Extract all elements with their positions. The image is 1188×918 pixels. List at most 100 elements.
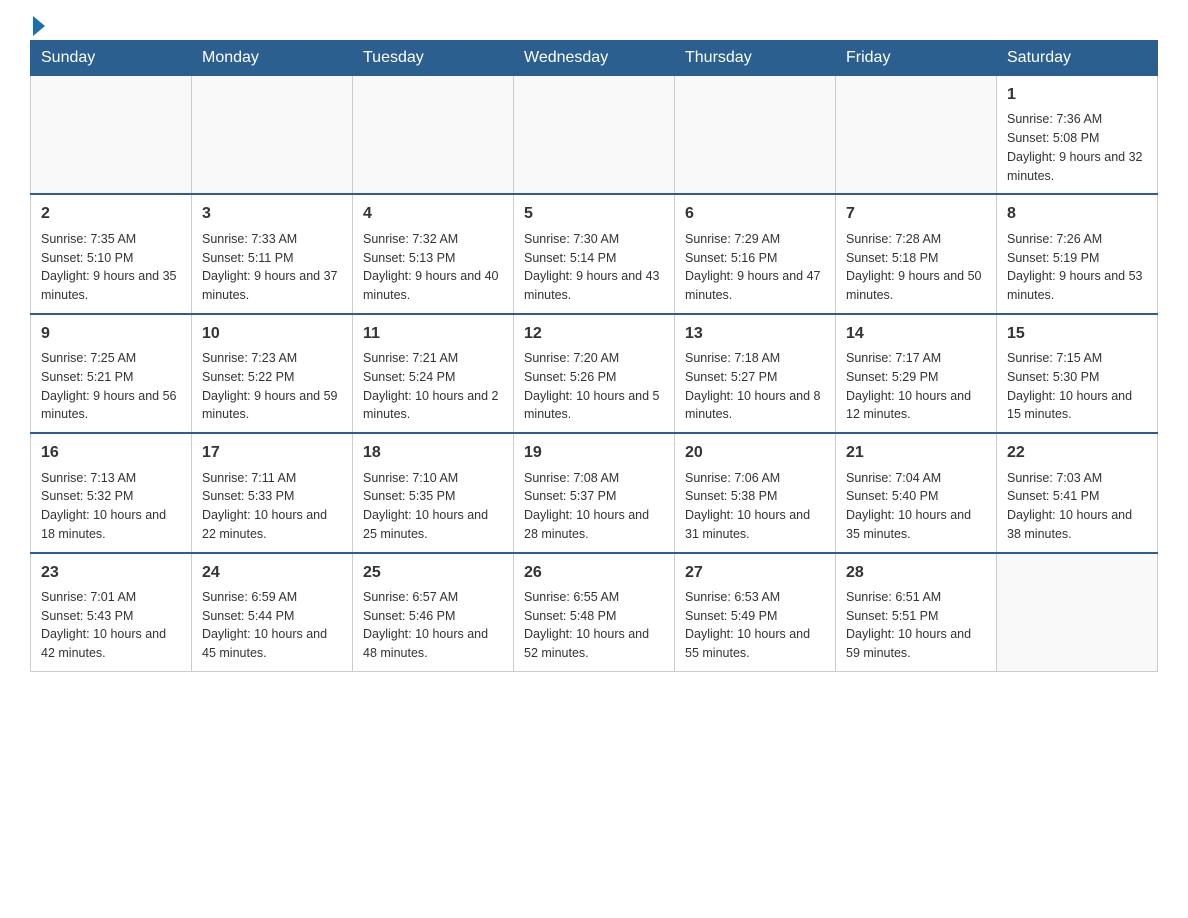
calendar-cell: 13 Sunrise: 7:18 AMSunset: 5:27 PMDayligh…	[675, 314, 836, 433]
day-number: 9	[41, 323, 181, 345]
day-number: 2	[41, 203, 181, 225]
calendar-cell: 14 Sunrise: 7:17 AMSunset: 5:29 PMDayligh…	[836, 314, 997, 433]
day-number: 13	[685, 323, 825, 345]
day-info: Sunrise: 7:33 AMSunset: 5:11 PMDaylight:…	[202, 230, 342, 305]
day-number: 19	[524, 442, 664, 464]
day-number: 15	[1007, 323, 1147, 345]
day-number: 20	[685, 442, 825, 464]
calendar-cell: 5 Sunrise: 7:30 AMSunset: 5:14 PMDaylight…	[514, 194, 675, 313]
day-number: 14	[846, 323, 986, 345]
calendar-cell: 9Sunrise: 7:25 AMSunset: 5:21 PMDaylight…	[31, 314, 192, 433]
calendar-cell: 12 Sunrise: 7:20 AMSunset: 5:26 PMDayligh…	[514, 314, 675, 433]
day-number: 25	[363, 562, 503, 584]
day-info: Sunrise: 6:53 AMSunset: 5:49 PMDaylight:…	[685, 588, 825, 663]
calendar-cell: 8 Sunrise: 7:26 AMSunset: 5:19 PMDaylight…	[997, 194, 1158, 313]
day-number: 26	[524, 562, 664, 584]
day-info: Sunrise: 6:59 AMSunset: 5:44 PMDaylight:…	[202, 588, 342, 663]
calendar-cell	[192, 76, 353, 195]
calendar-week-3: 9Sunrise: 7:25 AMSunset: 5:21 PMDaylight…	[31, 314, 1158, 433]
page-header	[30, 20, 1158, 30]
weekday-header-monday: Monday	[192, 41, 353, 76]
day-info: Sunrise: 7:04 AMSunset: 5:40 PMDaylight:…	[846, 469, 986, 544]
weekday-header-saturday: Saturday	[997, 41, 1158, 76]
day-number: 24	[202, 562, 342, 584]
day-number: 23	[41, 562, 181, 584]
day-number: 17	[202, 442, 342, 464]
day-number: 11	[363, 323, 503, 345]
calendar-week-4: 16 Sunrise: 7:13 AMSunset: 5:32 PMDayligh…	[31, 433, 1158, 552]
calendar-cell	[31, 76, 192, 195]
calendar-cell: 16 Sunrise: 7:13 AMSunset: 5:32 PMDayligh…	[31, 433, 192, 552]
day-info: Sunrise: 7:36 AMSunset: 5:08 PMDaylight:…	[1007, 110, 1147, 185]
calendar-cell: 11 Sunrise: 7:21 AMSunset: 5:24 PMDayligh…	[353, 314, 514, 433]
day-info: Sunrise: 7:17 AMSunset: 5:29 PMDaylight:…	[846, 349, 986, 424]
calendar-cell: 28 Sunrise: 6:51 AMSunset: 5:51 PMDayligh…	[836, 553, 997, 672]
day-info: Sunrise: 7:23 AMSunset: 5:22 PMDaylight:…	[202, 349, 342, 424]
calendar-cell: 22 Sunrise: 7:03 AMSunset: 5:41 PMDayligh…	[997, 433, 1158, 552]
day-number: 4	[363, 203, 503, 225]
day-info: Sunrise: 7:35 AMSunset: 5:10 PMDaylight:…	[41, 230, 181, 305]
weekday-header-friday: Friday	[836, 41, 997, 76]
calendar-table: SundayMondayTuesdayWednesdayThursdayFrid…	[30, 40, 1158, 672]
calendar-cell: 6 Sunrise: 7:29 AMSunset: 5:16 PMDaylight…	[675, 194, 836, 313]
day-info: Sunrise: 7:32 AMSunset: 5:13 PMDaylight:…	[363, 230, 503, 305]
calendar-cell: 18Sunrise: 7:10 AMSunset: 5:35 PMDayligh…	[353, 433, 514, 552]
calendar-cell: 7Sunrise: 7:28 AMSunset: 5:18 PMDaylight…	[836, 194, 997, 313]
calendar-cell: 27 Sunrise: 6:53 AMSunset: 5:49 PMDayligh…	[675, 553, 836, 672]
calendar-week-2: 2 Sunrise: 7:35 AMSunset: 5:10 PMDaylight…	[31, 194, 1158, 313]
day-info: Sunrise: 7:13 AMSunset: 5:32 PMDaylight:…	[41, 469, 181, 544]
calendar-cell	[353, 76, 514, 195]
weekday-header-row: SundayMondayTuesdayWednesdayThursdayFrid…	[31, 41, 1158, 76]
calendar-cell: 3 Sunrise: 7:33 AMSunset: 5:11 PMDaylight…	[192, 194, 353, 313]
day-info: Sunrise: 7:06 AMSunset: 5:38 PMDaylight:…	[685, 469, 825, 544]
day-info: Sunrise: 7:18 AMSunset: 5:27 PMDaylight:…	[685, 349, 825, 424]
day-number: 7	[846, 203, 986, 225]
day-number: 27	[685, 562, 825, 584]
day-info: Sunrise: 6:51 AMSunset: 5:51 PMDaylight:…	[846, 588, 986, 663]
day-number: 10	[202, 323, 342, 345]
calendar-cell: 2 Sunrise: 7:35 AMSunset: 5:10 PMDaylight…	[31, 194, 192, 313]
logo-arrow-icon	[33, 16, 45, 36]
calendar-cell: 20 Sunrise: 7:06 AMSunset: 5:38 PMDayligh…	[675, 433, 836, 552]
calendar-cell: 1Sunrise: 7:36 AMSunset: 5:08 PMDaylight…	[997, 76, 1158, 195]
calendar-cell: 24 Sunrise: 6:59 AMSunset: 5:44 PMDayligh…	[192, 553, 353, 672]
calendar-cell: 23Sunrise: 7:01 AMSunset: 5:43 PMDayligh…	[31, 553, 192, 672]
day-number: 5	[524, 203, 664, 225]
logo	[30, 20, 45, 30]
day-info: Sunrise: 7:08 AMSunset: 5:37 PMDaylight:…	[524, 469, 664, 544]
day-info: Sunrise: 7:30 AMSunset: 5:14 PMDaylight:…	[524, 230, 664, 305]
calendar-cell: 21 Sunrise: 7:04 AMSunset: 5:40 PMDayligh…	[836, 433, 997, 552]
weekday-header-wednesday: Wednesday	[514, 41, 675, 76]
day-number: 16	[41, 442, 181, 464]
day-number: 6	[685, 203, 825, 225]
day-info: Sunrise: 7:11 AMSunset: 5:33 PMDaylight:…	[202, 469, 342, 544]
calendar-cell: 25 Sunrise: 6:57 AMSunset: 5:46 PMDayligh…	[353, 553, 514, 672]
calendar-cell: 4 Sunrise: 7:32 AMSunset: 5:13 PMDaylight…	[353, 194, 514, 313]
calendar-week-5: 23Sunrise: 7:01 AMSunset: 5:43 PMDayligh…	[31, 553, 1158, 672]
day-number: 3	[202, 203, 342, 225]
day-number: 12	[524, 323, 664, 345]
day-info: Sunrise: 6:57 AMSunset: 5:46 PMDaylight:…	[363, 588, 503, 663]
weekday-header-thursday: Thursday	[675, 41, 836, 76]
day-info: Sunrise: 7:03 AMSunset: 5:41 PMDaylight:…	[1007, 469, 1147, 544]
calendar-cell	[514, 76, 675, 195]
day-number: 8	[1007, 203, 1147, 225]
logo-text	[30, 20, 45, 36]
day-number: 21	[846, 442, 986, 464]
day-info: Sunrise: 7:29 AMSunset: 5:16 PMDaylight:…	[685, 230, 825, 305]
calendar-cell	[836, 76, 997, 195]
calendar-cell	[997, 553, 1158, 672]
day-info: Sunrise: 7:26 AMSunset: 5:19 PMDaylight:…	[1007, 230, 1147, 305]
calendar-cell: 10 Sunrise: 7:23 AMSunset: 5:22 PMDayligh…	[192, 314, 353, 433]
calendar-cell: 26Sunrise: 6:55 AMSunset: 5:48 PMDayligh…	[514, 553, 675, 672]
calendar-cell: 19 Sunrise: 7:08 AMSunset: 5:37 PMDayligh…	[514, 433, 675, 552]
day-number: 22	[1007, 442, 1147, 464]
weekday-header-tuesday: Tuesday	[353, 41, 514, 76]
weekday-header-sunday: Sunday	[31, 41, 192, 76]
day-number: 28	[846, 562, 986, 584]
day-info: Sunrise: 7:15 AMSunset: 5:30 PMDaylight:…	[1007, 349, 1147, 424]
day-info: Sunrise: 7:21 AMSunset: 5:24 PMDaylight:…	[363, 349, 503, 424]
calendar-cell: 15 Sunrise: 7:15 AMSunset: 5:30 PMDayligh…	[997, 314, 1158, 433]
calendar-cell: 17 Sunrise: 7:11 AMSunset: 5:33 PMDayligh…	[192, 433, 353, 552]
day-info: Sunrise: 7:20 AMSunset: 5:26 PMDaylight:…	[524, 349, 664, 424]
